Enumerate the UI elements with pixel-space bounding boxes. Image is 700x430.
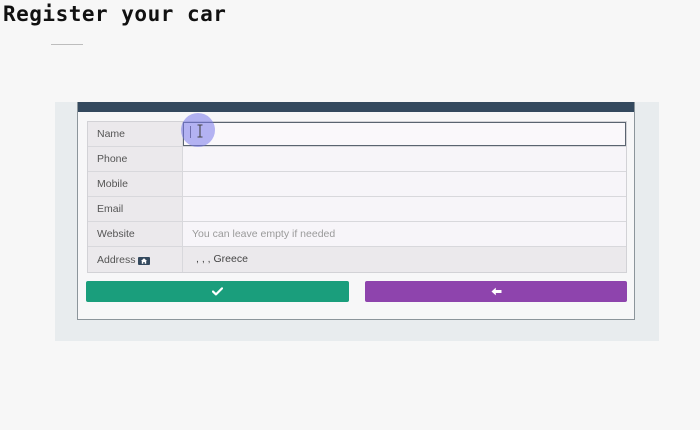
email-input[interactable] [183, 197, 626, 221]
page-title: Register your car [3, 2, 227, 26]
name-input[interactable] [183, 122, 626, 146]
email-row: Email [88, 197, 626, 222]
name-row: Name [88, 122, 626, 147]
website-row: Website [88, 222, 626, 247]
address-value: , , , Greece [183, 247, 626, 272]
website-label: Website [88, 222, 183, 246]
form-fields-table: Name Phone Mobile Email Website Address [87, 121, 627, 273]
registration-form: Name Phone Mobile Email Website Address [77, 102, 635, 320]
email-label: Email [88, 197, 183, 221]
mobile-label: Mobile [88, 172, 183, 196]
text-cursor-icon [197, 124, 203, 138]
home-icon [137, 256, 150, 265]
address-row[interactable]: Address , , , Greece [88, 247, 626, 272]
check-icon [212, 287, 223, 296]
address-label: Address [88, 247, 183, 272]
address-label-text: Address [97, 253, 136, 266]
phone-label: Phone [88, 147, 183, 171]
arrow-left-icon [491, 287, 501, 296]
mobile-row: Mobile [88, 172, 626, 197]
back-button[interactable] [365, 281, 627, 302]
title-divider [51, 44, 83, 45]
name-label: Name [88, 122, 183, 146]
website-input[interactable] [183, 222, 626, 246]
mobile-input[interactable] [183, 172, 626, 196]
form-header-bar [78, 102, 634, 112]
save-button[interactable] [86, 281, 349, 302]
phone-row: Phone [88, 147, 626, 172]
phone-input[interactable] [183, 147, 626, 171]
